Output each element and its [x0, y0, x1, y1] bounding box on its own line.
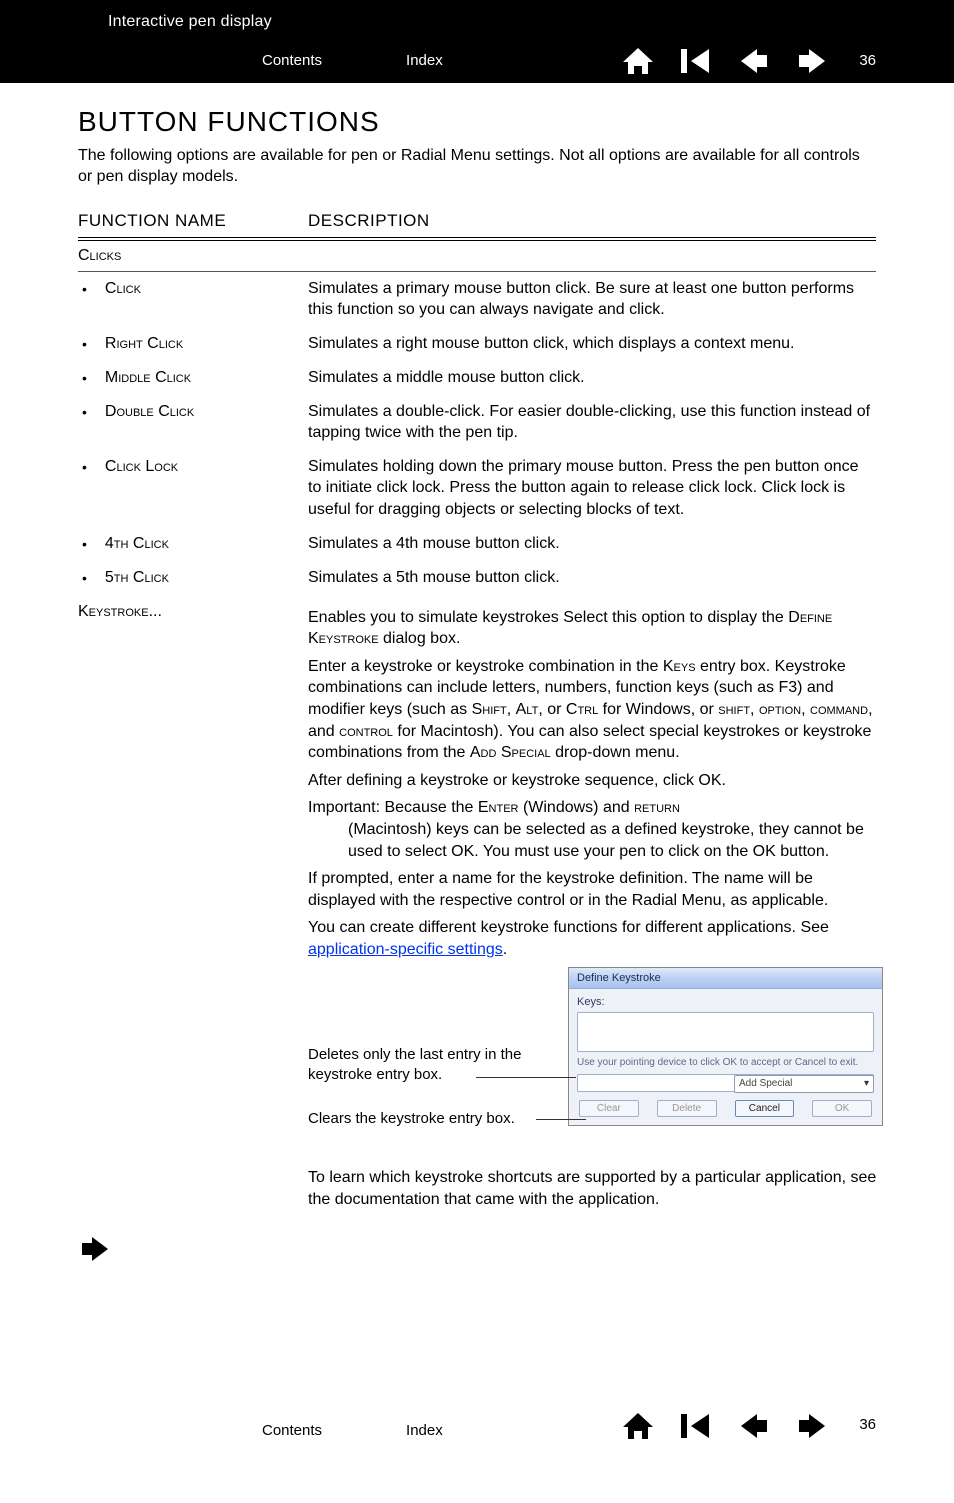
bullet-icon: • [82, 333, 87, 355]
table-row: • Click Simulates a primary mouse button c… [78, 278, 876, 321]
table-header: FUNCTION NAME DESCRIPTION [78, 206, 876, 237]
table-row: • Click Lock Simulates holding down the pr… [78, 456, 876, 521]
function-name: Click [105, 278, 141, 300]
divider [78, 271, 876, 272]
bullet-icon: • [82, 367, 87, 389]
col-description: DESCRIPTION [308, 210, 876, 233]
table-row: • Middle Click Simulates a middle mouse bu… [78, 367, 876, 389]
keystroke-label: Keystroke... [78, 603, 162, 620]
index-link-footer[interactable]: Index [406, 1421, 443, 1441]
keystroke-p1: Enables you to simulate keystrokes Selec… [308, 607, 883, 650]
next-page-icon[interactable] [795, 1412, 829, 1440]
add-special-dropdown[interactable]: Add Special [734, 1075, 874, 1093]
function-desc: Simulates a right mouse button click, wh… [308, 333, 876, 355]
keystroke-p2: Enter a keystroke or keystroke combinati… [308, 656, 883, 764]
clicks-category: Clicks [78, 245, 876, 267]
function-desc: Simulates a 4th mouse button click. [308, 533, 876, 555]
cancel-button[interactable]: Cancel [735, 1100, 795, 1118]
bullet-icon: • [82, 456, 87, 478]
first-page-icon[interactable] [679, 1412, 713, 1440]
keys-label: Keys: [577, 995, 874, 1010]
next-page-icon[interactable] [795, 47, 829, 75]
footer-note: To learn which keystroke shortcuts are s… [308, 1167, 883, 1210]
bullet-icon: • [82, 567, 87, 589]
index-link[interactable]: Index [406, 51, 443, 71]
bullet-icon: • [82, 278, 87, 300]
intro-text: The following options are available for … [78, 145, 876, 188]
home-icon[interactable] [621, 46, 655, 76]
bullet-icon: • [82, 401, 87, 423]
function-desc: Simulates a primary mouse button click. … [308, 278, 876, 321]
prev-page-icon[interactable] [737, 1412, 771, 1440]
page-number-footer: 36 [859, 1415, 876, 1435]
function-name: Middle Click [105, 367, 191, 389]
keystroke-p4: Important: Because the Enter (Windows) a… [308, 797, 883, 862]
function-name: Click Lock [105, 456, 178, 478]
keys-entry-box[interactable] [577, 1012, 874, 1052]
table-row: • Right Click Simulates a right mouse butt… [78, 333, 876, 355]
function-desc: Simulates a middle mouse button click. [308, 367, 876, 389]
page-title: BUTTON FUNCTIONS [78, 103, 876, 141]
table-row: • 5th Click Simulates a 5th mouse button c… [78, 567, 876, 589]
keystroke-p6: You can create different keystroke funct… [308, 917, 883, 960]
function-name: Right Click [105, 333, 183, 355]
function-desc: Simulates a double-click. For easier dou… [308, 401, 876, 444]
app-specific-link[interactable]: application-specific settings [308, 941, 503, 958]
keystroke-row: Keystroke... Enables you to simulate key… [78, 601, 876, 1217]
keystroke-p3: After defining a keystroke or keystroke … [308, 770, 883, 792]
keystroke-p5: If prompted, enter a name for the keystr… [308, 868, 883, 911]
delete-callout: Deletes only the last entry in the keyst… [308, 1045, 568, 1086]
footer-bar: Contents Index 36 [0, 1403, 954, 1463]
delete-button[interactable]: Delete [657, 1100, 717, 1118]
page-number: 36 [859, 51, 876, 71]
prev-page-icon[interactable] [737, 47, 771, 75]
clear-callout: Clears the keystroke entry box. [308, 1109, 568, 1129]
header-bar: Interactive pen display Contents Index 3… [0, 0, 954, 83]
function-desc: Simulates holding down the primary mouse… [308, 456, 876, 521]
function-name: 4th Click [105, 533, 169, 555]
contents-link-footer[interactable]: Contents [262, 1421, 322, 1441]
function-desc: Simulates a 5th mouse button click. [308, 567, 876, 589]
clear-button[interactable]: Clear [579, 1100, 639, 1118]
table-row: • Double Click Simulates a double-click. F… [78, 401, 876, 444]
function-name: Double Click [105, 401, 194, 423]
col-function-name: FUNCTION NAME [78, 210, 308, 233]
divider [78, 237, 876, 241]
dialog-title: Define Keystroke [569, 968, 882, 990]
doc-title: Interactive pen display [78, 10, 876, 33]
define-keystroke-dialog: Define Keystroke Keys: Use your pointing… [568, 967, 883, 1127]
table-row: • 4th Click Simulates a 4th mouse button c… [78, 533, 876, 555]
dialog-hint: Use your pointing device to click OK to … [577, 1056, 874, 1070]
bullet-icon: • [82, 533, 87, 555]
ok-button[interactable]: OK [812, 1100, 872, 1118]
continue-arrow[interactable] [78, 1235, 876, 1263]
contents-link[interactable]: Contents [262, 51, 322, 71]
home-icon[interactable] [621, 1411, 655, 1441]
first-page-icon[interactable] [679, 47, 713, 75]
function-name: 5th Click [105, 567, 169, 589]
